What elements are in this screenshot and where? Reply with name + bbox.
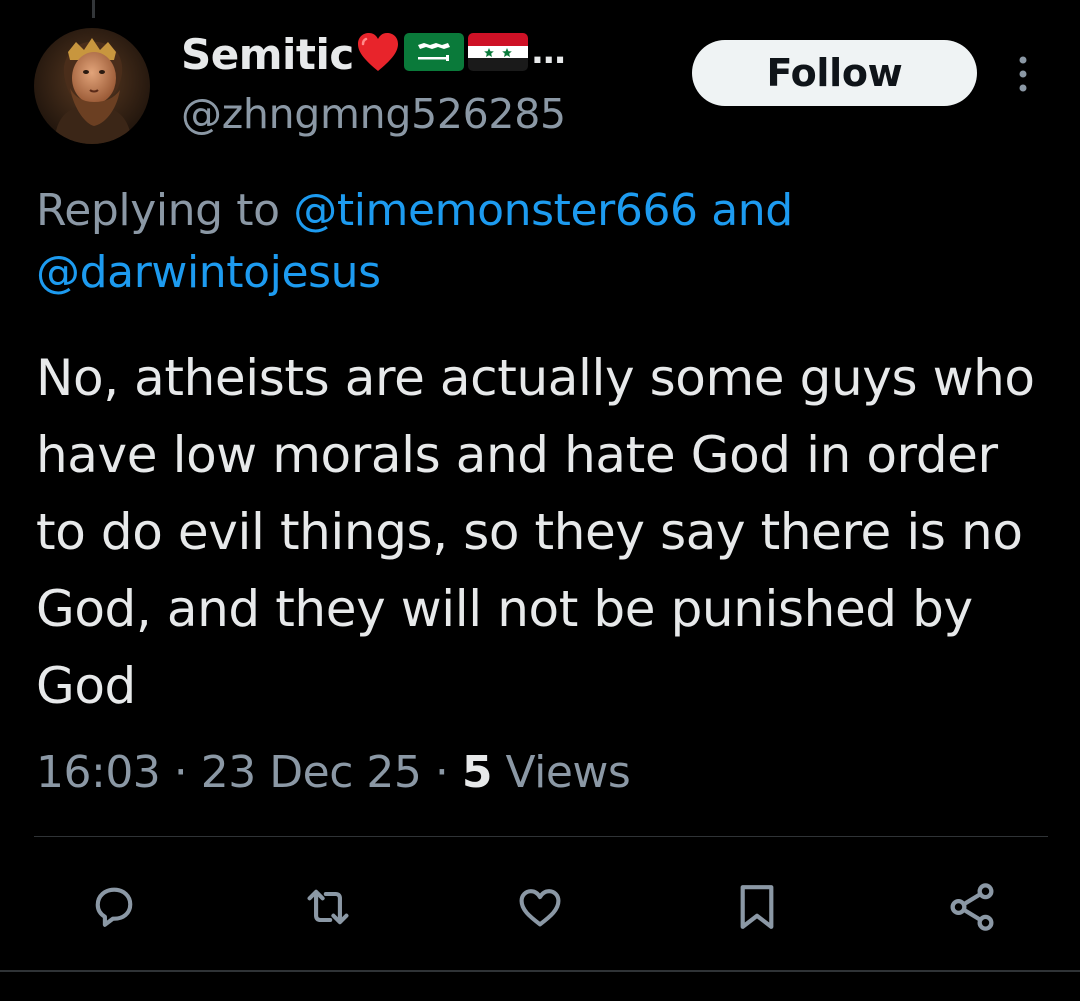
name-truncation-ellipsis: … xyxy=(531,32,566,72)
avatar[interactable] xyxy=(34,28,150,144)
tweet-text: No, atheists are actually some guys who … xyxy=(36,349,1035,715)
mention-link[interactable]: @darwintojesus xyxy=(36,247,381,298)
divider xyxy=(34,836,1048,837)
divider xyxy=(0,970,1080,972)
replying-to-prefix: Replying to xyxy=(36,185,294,236)
bookmark-icon[interactable] xyxy=(729,876,785,938)
saudi-arabia-flag-icon xyxy=(403,31,464,77)
syria-flag-icon xyxy=(467,31,528,77)
author-handle[interactable]: @zhngmng526285 xyxy=(181,90,566,138)
tweet-metadata: 16:03 · 23 Dec 25 · 5 Views xyxy=(36,742,631,802)
mention-link[interactable]: @timemonster666 xyxy=(293,185,698,236)
thread-connector-line xyxy=(92,0,95,18)
share-icon[interactable] xyxy=(944,876,1000,938)
author-display-name[interactable]: Semitic xyxy=(181,30,354,79)
tweet-time[interactable]: 16:03 xyxy=(36,747,161,798)
mention-joiner[interactable]: and xyxy=(698,185,793,236)
follow-button[interactable]: Follow xyxy=(692,40,977,106)
tweet-date[interactable]: 23 Dec 25 xyxy=(201,747,422,798)
retweet-icon[interactable] xyxy=(300,876,356,938)
replying-to-line: Replying to @timemonster666 and @darwint… xyxy=(36,180,1016,304)
red-heart-emoji-icon xyxy=(356,31,400,77)
meta-separator: · xyxy=(160,746,201,798)
more-vertical-icon[interactable] xyxy=(1008,52,1038,96)
meta-separator: · xyxy=(421,746,462,798)
like-icon[interactable] xyxy=(512,876,568,938)
views-count: 5 xyxy=(461,746,493,798)
views-label: Views xyxy=(491,746,631,798)
author-name-row[interactable]: Semitic … xyxy=(181,24,566,84)
reply-icon[interactable] xyxy=(86,876,142,938)
